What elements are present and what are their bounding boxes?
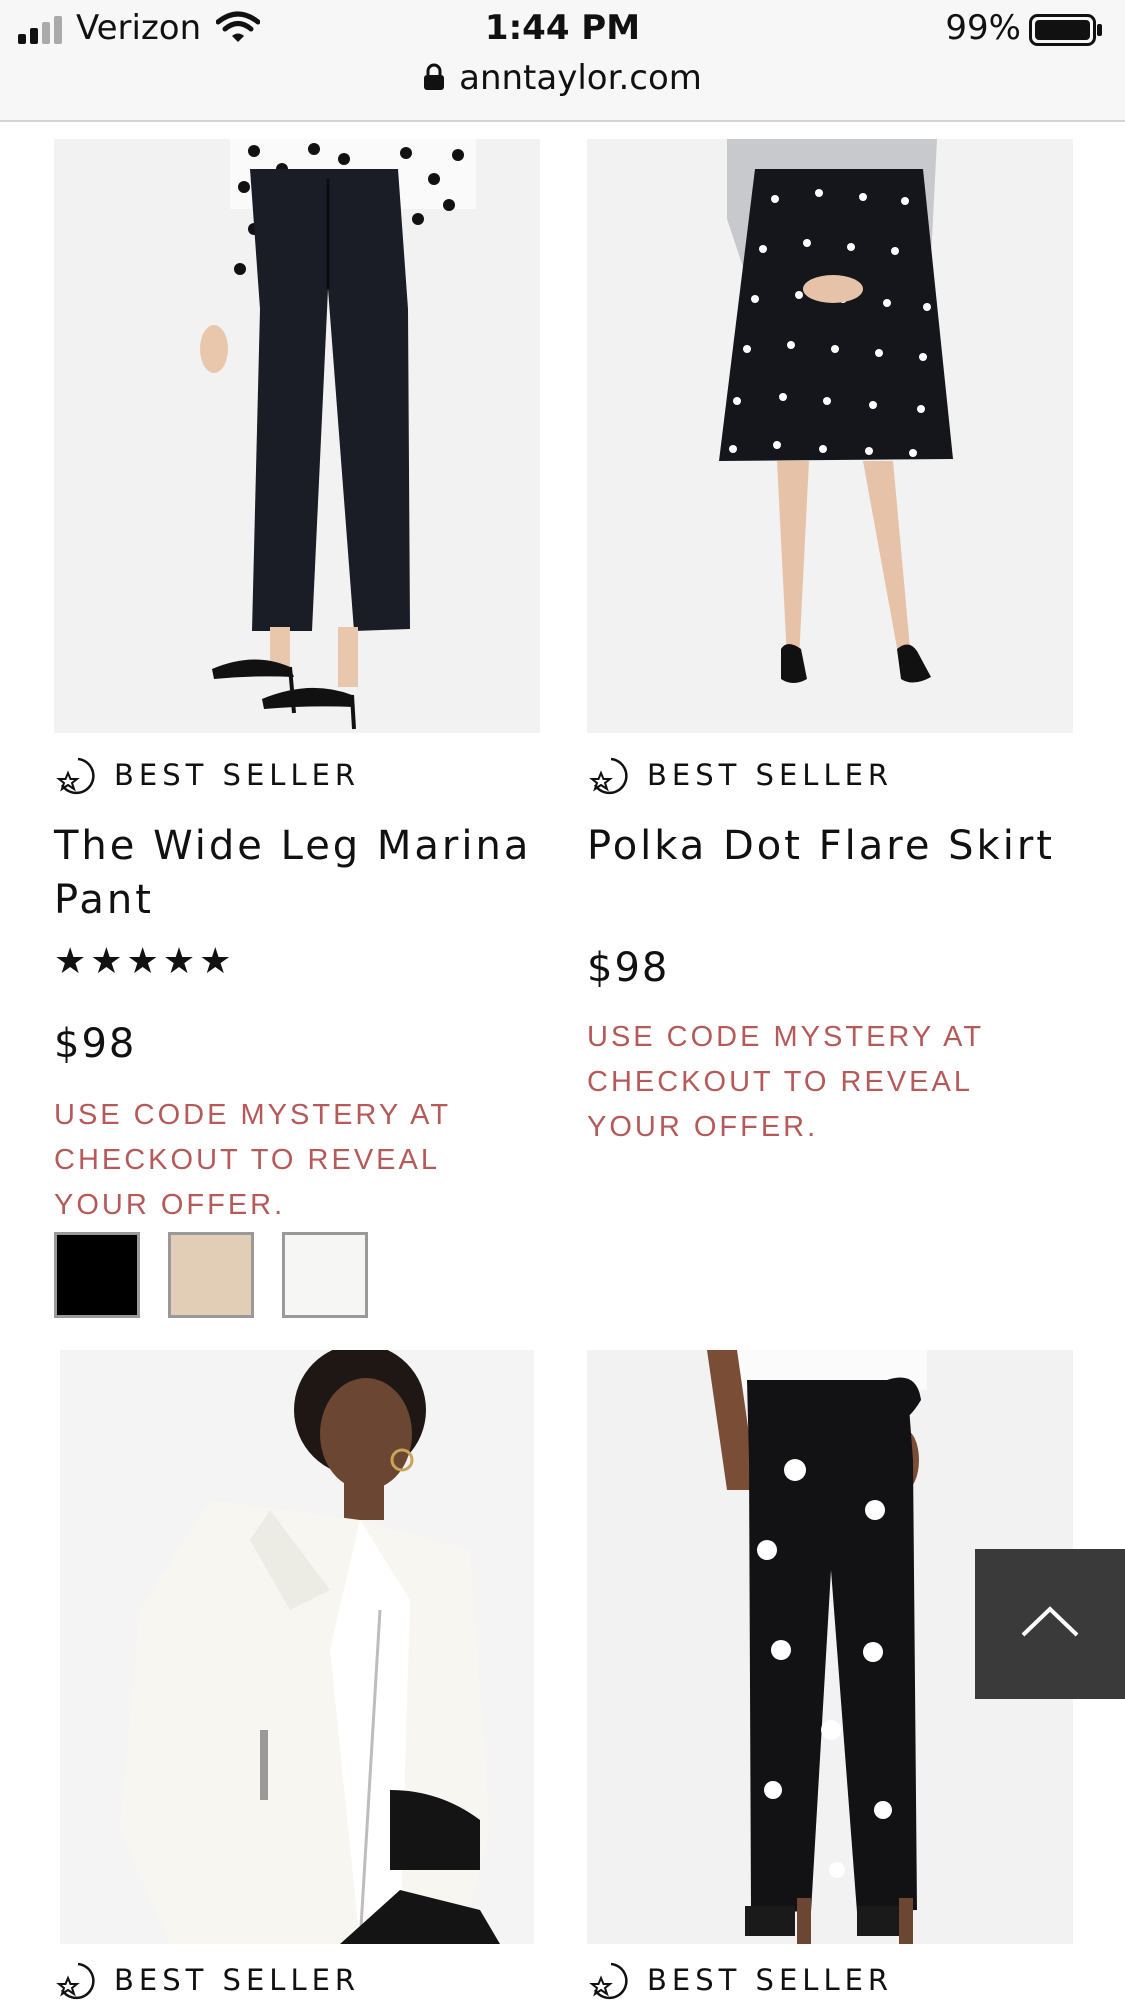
- best-seller-label: BEST SELLER: [647, 1963, 894, 1997]
- browser-chrome: Verizon 1:44 PM 99% anntaylor.com: [0, 0, 1125, 122]
- color-swatch-tan[interactable]: [168, 1232, 254, 1318]
- best-seller-badge: BEST SELLER: [54, 755, 360, 795]
- product-card[interactable]: BEST SELLER The Wide Leg Marina Pant ★★★…: [54, 139, 540, 1339]
- best-seller-icon: [589, 1962, 628, 2000]
- best-seller-icon: [589, 757, 628, 795]
- battery-percent: 99%: [945, 8, 1021, 48]
- product-card[interactable]: BEST SELLER Polka Dot Flare Skirt $98 US…: [587, 139, 1073, 1143]
- color-swatches: [54, 1232, 368, 1318]
- best-seller-label: BEST SELLER: [647, 758, 894, 792]
- color-swatch-black[interactable]: [54, 1232, 140, 1318]
- best-seller-label: BEST SELLER: [114, 1963, 361, 1997]
- url-text: anntaylor.com: [459, 58, 702, 98]
- best-seller-icon: [56, 1962, 95, 2000]
- product-price: $98: [587, 945, 670, 991]
- status-bar: Verizon 1:44 PM 99%: [0, 0, 1125, 62]
- back-to-top-button[interactable]: [975, 1549, 1125, 1699]
- product-image[interactable]: [54, 139, 540, 733]
- best-seller-badge: BEST SELLER: [587, 1960, 893, 2000]
- lock-icon: [424, 63, 445, 90]
- promo-text: USE CODE MYSTERY AT CHECKOUT TO REVEAL Y…: [587, 1021, 984, 1143]
- chevron-up-icon: [1021, 1606, 1079, 1637]
- best-seller-icon: [56, 757, 95, 795]
- product-card[interactable]: BEST SELLER: [54, 1350, 540, 2001]
- promo-text: USE CODE MYSTERY AT CHECKOUT TO REVEAL Y…: [54, 1099, 451, 1221]
- product-grid: BEST SELLER The Wide Leg Marina Pant ★★★…: [0, 122, 1125, 2001]
- best-seller-badge: BEST SELLER: [587, 755, 893, 795]
- color-swatch-white[interactable]: [282, 1232, 368, 1318]
- product-name[interactable]: Polka Dot Flare Skirt: [587, 819, 1073, 873]
- battery-icon: [1029, 14, 1102, 46]
- product-image[interactable]: [587, 139, 1073, 733]
- product-name[interactable]: The Wide Leg Marina Pant: [54, 819, 540, 927]
- best-seller-label: BEST SELLER: [114, 758, 361, 792]
- rating-stars: ★★★★★: [54, 941, 236, 982]
- product-price: $98: [54, 1021, 137, 1067]
- address-bar[interactable]: anntaylor.com: [0, 58, 1125, 98]
- product-image[interactable]: [60, 1350, 534, 1944]
- best-seller-badge: BEST SELLER: [54, 1960, 360, 2000]
